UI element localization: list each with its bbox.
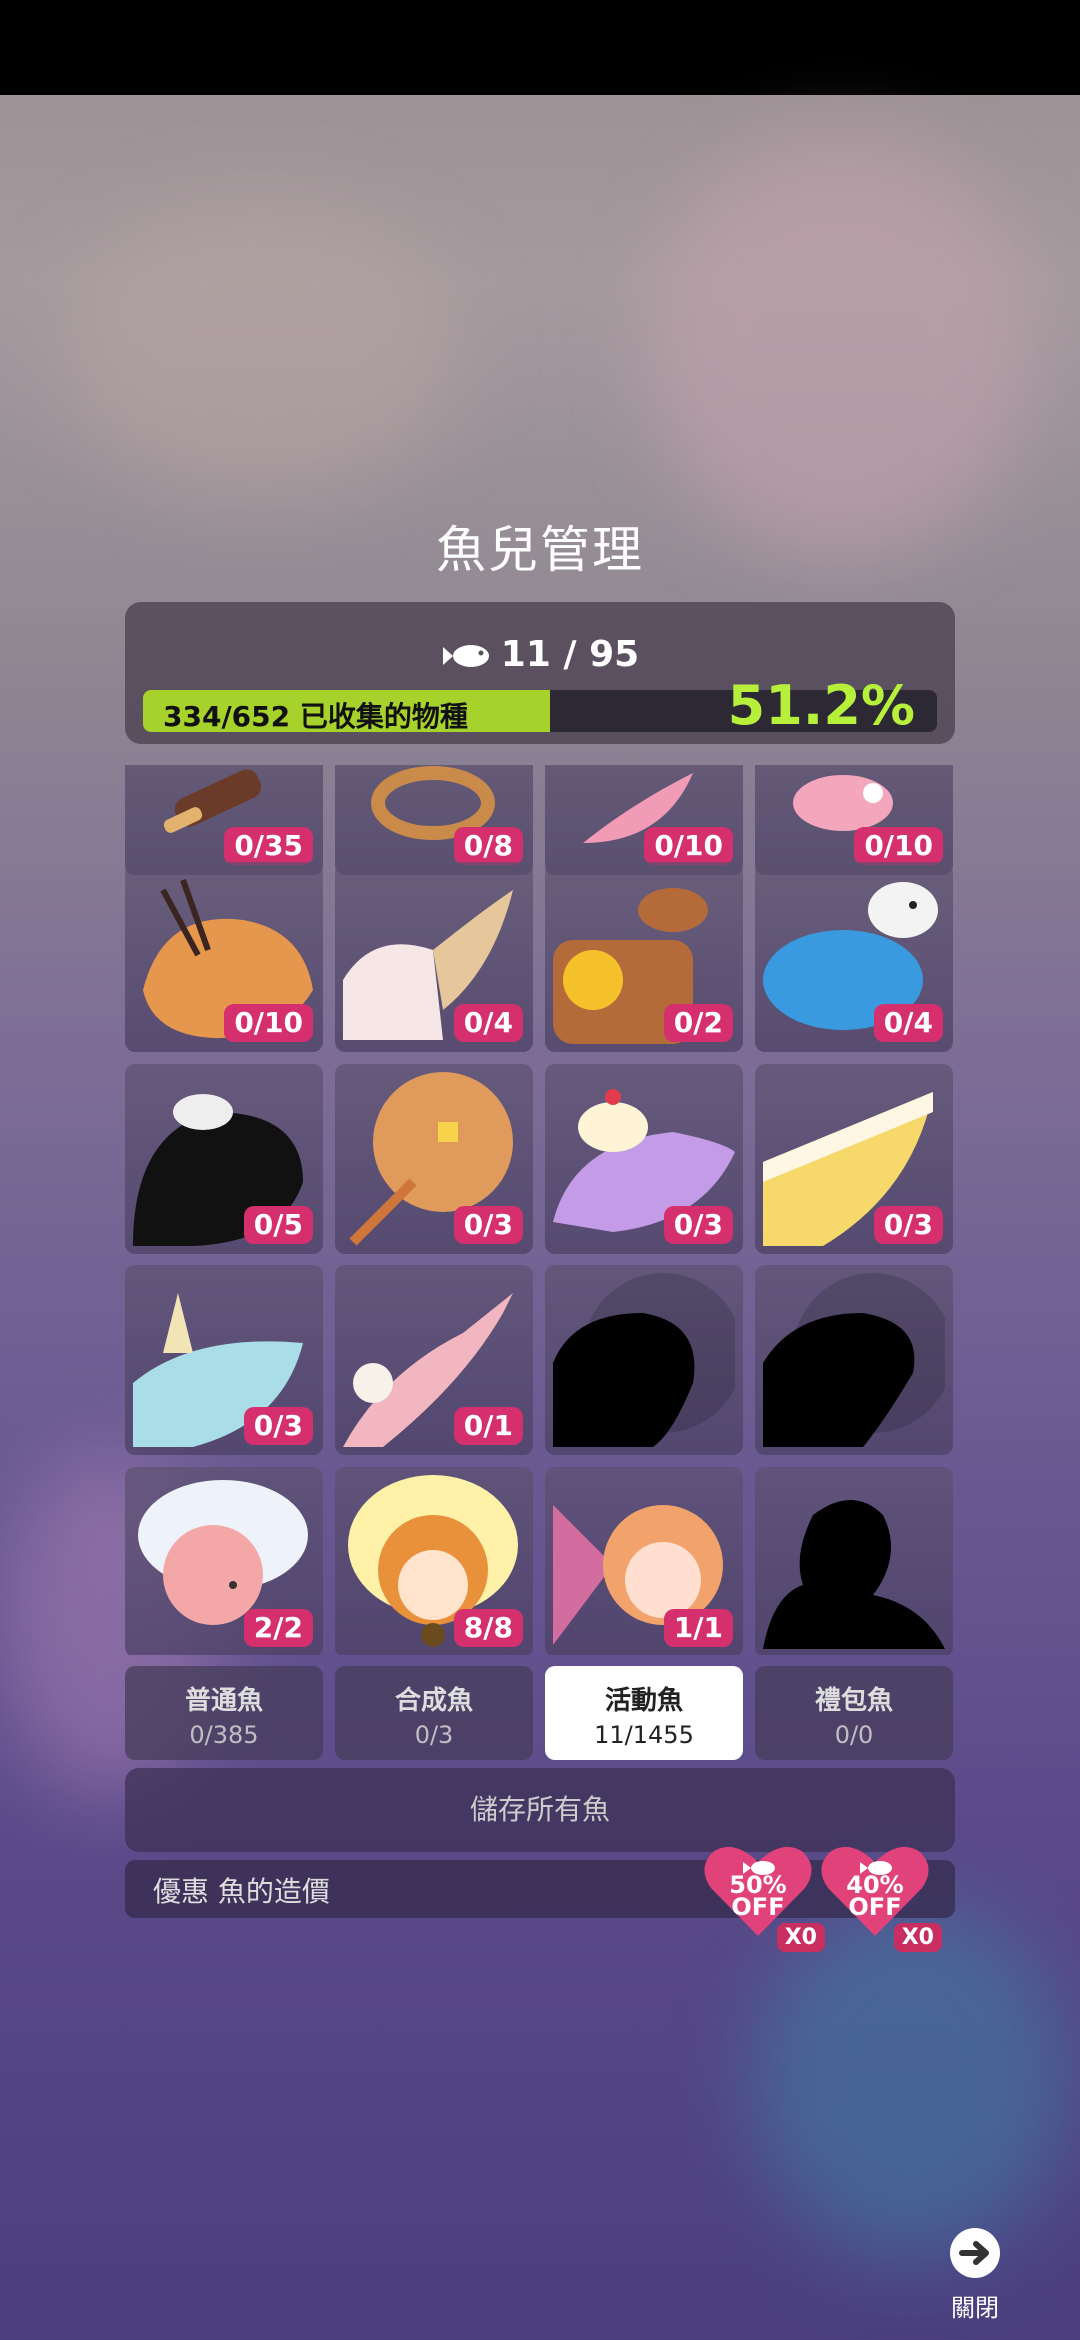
- fish-card[interactable]: 1/1: [545, 1467, 743, 1655]
- fish-card[interactable]: 0/10: [755, 765, 953, 875]
- tab-count: 0/0: [834, 1721, 874, 1749]
- fish-count-text: 11 / 95: [500, 634, 640, 675]
- background-blur: [650, 140, 1030, 560]
- page-title: 魚兒管理: [436, 521, 644, 579]
- tab-gift-fish[interactable]: 禮包魚 0/0: [755, 1666, 953, 1760]
- locked-silhouette-image: [763, 1273, 945, 1447]
- collection-count-badge: 0/3: [873, 1206, 943, 1244]
- status-bar: [0, 0, 1080, 95]
- collection-count-badge: 0/35: [224, 827, 313, 865]
- tab-event-fish[interactable]: 活動魚 11/1455: [545, 1666, 743, 1760]
- tab-count: 11/1455: [594, 1721, 694, 1749]
- collection-count-badge: 0/3: [663, 1206, 733, 1244]
- background-blur: [750, 1900, 1070, 2260]
- fish-card[interactable]: 0/4: [755, 862, 953, 1052]
- collection-count-badge: 2/2: [243, 1609, 313, 1647]
- collection-count-badge: 0/10: [224, 1004, 313, 1042]
- coupon-quantity: X0: [776, 1923, 825, 1952]
- fish-card[interactable]: 0/1: [335, 1265, 533, 1455]
- discount-text: 50% OFF: [729, 1871, 787, 1921]
- background-blur: [60, 200, 460, 500]
- discount-label: 優惠 魚的造價: [153, 1875, 330, 1908]
- collection-count-badge: 1/1: [663, 1609, 733, 1647]
- collection-count-badge: 0/3: [453, 1206, 523, 1244]
- close-label: 關閉: [951, 2294, 999, 2322]
- fish-category-tabs: 普通魚 0/385 合成魚 0/3 活動魚 11/1455 禮包魚 0/0: [125, 1666, 955, 1760]
- fish-card[interactable]: 8/8: [335, 1467, 533, 1655]
- locked-silhouette-image: [763, 1500, 945, 1649]
- discount-text: 40% OFF: [846, 1871, 904, 1921]
- collection-count-badge: 0/4: [873, 1004, 943, 1042]
- collection-count-badge: 0/8: [453, 827, 523, 865]
- collection-percent: 51.2%: [727, 674, 915, 737]
- fish-card[interactable]: 0/2: [545, 862, 743, 1052]
- collection-count-badge: 0/10: [644, 827, 733, 865]
- collection-count-badge: 8/8: [453, 1609, 523, 1647]
- fish-card[interactable]: 2/2: [125, 1467, 323, 1655]
- tab-label: 活動魚: [604, 1686, 683, 1716]
- collection-count-badge: 0/2: [663, 1004, 733, 1042]
- tab-synthesized-fish[interactable]: 合成魚 0/3: [335, 1666, 533, 1760]
- tab-count: 0/385: [189, 1721, 259, 1749]
- fish-card[interactable]: 0/35: [125, 765, 323, 875]
- discount-coupon-50[interactable]: 50% OFF X0: [703, 1838, 825, 1952]
- tab-label: 普通魚: [184, 1686, 263, 1716]
- tab-count: 0/3: [414, 1721, 454, 1749]
- tab-label: 合成魚: [394, 1686, 473, 1716]
- collection-summary: 11 / 95 334/652 已收集的物種 51.2%: [125, 602, 955, 744]
- fish-grid: 0/35 0/8 0/10 0/10 0/10 0/4 0/2 0/4 0/5 …: [125, 765, 955, 1655]
- fish-card[interactable]: 0/10: [545, 765, 743, 875]
- fish-card-locked[interactable]: [545, 1265, 743, 1455]
- fish-card[interactable]: 0/4: [335, 862, 533, 1052]
- tab-normal-fish[interactable]: 普通魚 0/385: [125, 1666, 323, 1760]
- fish-icon: [442, 645, 489, 667]
- fish-card[interactable]: 0/5: [125, 1064, 323, 1254]
- close-button[interactable]: 關閉: [940, 2228, 1010, 2323]
- coupon-quantity: X0: [893, 1923, 942, 1952]
- fish-card[interactable]: 0/3: [125, 1265, 323, 1455]
- fish-count: 11 / 95: [125, 634, 955, 675]
- fish-card[interactable]: 0/3: [335, 1064, 533, 1254]
- collection-count-badge: 0/3: [243, 1407, 313, 1445]
- tab-label: 禮包魚: [814, 1686, 893, 1716]
- collection-count-badge: 0/10: [854, 827, 943, 865]
- arrow-right-icon: [950, 2228, 1000, 2278]
- discount-coupon-40[interactable]: 40% OFF X0: [820, 1838, 942, 1952]
- fish-card[interactable]: 0/3: [545, 1064, 743, 1254]
- locked-silhouette-image: [553, 1273, 735, 1447]
- fish-card[interactable]: 0/10: [125, 862, 323, 1052]
- fish-card-locked[interactable]: [755, 1467, 953, 1655]
- collection-count-badge: 0/4: [453, 1004, 523, 1042]
- progress-label: 334/652 已收集的物種: [163, 700, 468, 733]
- fish-card-locked[interactable]: [755, 1265, 953, 1455]
- collection-count-badge: 0/1: [453, 1407, 523, 1445]
- fish-card[interactable]: 0/3: [755, 1064, 953, 1254]
- collection-count-badge: 0/5: [243, 1206, 313, 1244]
- fish-card[interactable]: 0/8: [335, 765, 533, 875]
